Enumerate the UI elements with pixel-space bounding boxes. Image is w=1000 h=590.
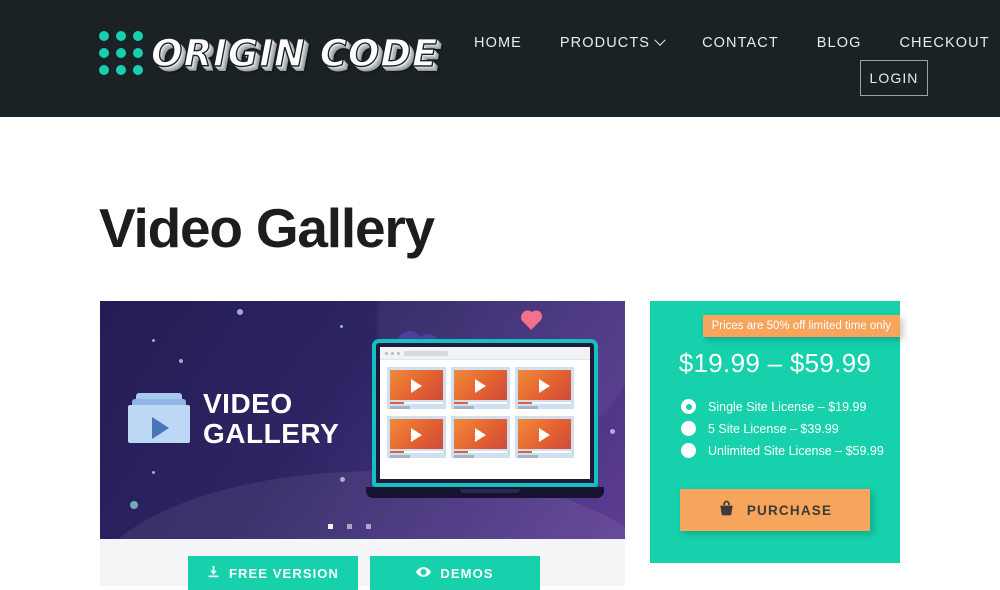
video-thumbnail (451, 416, 510, 458)
free-version-button[interactable]: FREE VERSION (188, 556, 358, 590)
radio-button[interactable] (681, 421, 696, 436)
license-label: Single Site License – $19.99 (708, 399, 867, 414)
star-dot (340, 325, 343, 328)
logo-text: ORIGIN CODE (150, 31, 439, 75)
video-thumbnail (451, 367, 510, 409)
product-media-footer: FREE VERSION DEMOS (100, 539, 625, 590)
license-option-single[interactable]: Single Site License – $19.99 (681, 399, 884, 414)
shopping-basket-icon (718, 500, 735, 520)
purchase-label: PURCHASE (746, 502, 833, 518)
nav-item-products[interactable]: PRODUCTS (541, 31, 683, 55)
main-navigation: HOME PRODUCTS CONTACT BLOG CHECKOUT (455, 31, 1000, 55)
nav-item-blog[interactable]: BLOG (798, 31, 881, 55)
license-option-unlimited[interactable]: Unlimited Site License – $59.99 (681, 443, 884, 458)
dot-grid-icon (99, 31, 143, 75)
free-version-label: FREE VERSION (229, 565, 339, 581)
site-header: ORIGIN CODE HOME PRODUCTS CONTACT BLOG C… (0, 0, 1000, 117)
slider-dots[interactable] (328, 524, 371, 529)
video-thumbnail (387, 367, 446, 409)
star-dot (152, 339, 155, 342)
chevron-down-icon (654, 34, 666, 46)
video-folder-play-icon (128, 393, 190, 443)
nav-label: BLOG (816, 35, 862, 51)
slider-dot[interactable] (328, 524, 333, 529)
eye-icon (416, 566, 432, 581)
radio-button[interactable] (681, 399, 696, 414)
slider-dot[interactable] (347, 524, 352, 529)
product-hero-image[interactable]: VIDEO GALLERY (100, 301, 625, 539)
license-label: 5 Site License – $39.99 (708, 421, 839, 436)
video-thumbnail (515, 367, 574, 409)
download-icon (207, 565, 220, 581)
nav-label: CHECKOUT (899, 35, 990, 51)
star-dot (130, 501, 138, 509)
radio-button[interactable] (681, 443, 696, 458)
login-button[interactable]: LOGIN (860, 60, 928, 96)
video-thumbnail (387, 416, 446, 458)
nav-label: PRODUCTS (559, 35, 651, 51)
pricing-panel: Prices are 50% off limited time only $19… (650, 301, 900, 563)
demos-button[interactable]: DEMOS (370, 556, 540, 590)
nav-label: CONTACT (702, 35, 779, 51)
page-title: Video Gallery (99, 197, 435, 259)
star-dot (340, 477, 345, 482)
purchase-button[interactable]: PURCHASE (680, 489, 870, 531)
video-thumbnail-grid (387, 367, 574, 458)
license-option-5site[interactable]: 5 Site License – $39.99 (681, 421, 884, 436)
star-dot (152, 471, 155, 474)
license-options: Single Site License – $19.99 5 Site Lice… (681, 399, 884, 458)
laptop-mockup (366, 339, 609, 507)
promo-banner: Prices are 50% off limited time only (702, 315, 900, 337)
star-dot (179, 359, 183, 363)
site-logo[interactable]: ORIGIN CODE (99, 31, 438, 75)
slider-dot[interactable] (366, 524, 371, 529)
price-range: $19.99 – $59.99 (678, 348, 872, 378)
demos-label: DEMOS (440, 565, 494, 581)
video-thumbnail (515, 416, 574, 458)
nav-label: HOME (474, 35, 522, 51)
license-label: Unlimited Site License – $59.99 (708, 443, 884, 458)
star-dot (610, 429, 615, 434)
nav-item-contact[interactable]: CONTACT (683, 31, 798, 55)
nav-item-checkout[interactable]: CHECKOUT (880, 31, 1000, 55)
nav-item-home[interactable]: HOME (455, 31, 541, 55)
star-dot (237, 309, 243, 315)
hero-title: VIDEO GALLERY (203, 388, 340, 449)
